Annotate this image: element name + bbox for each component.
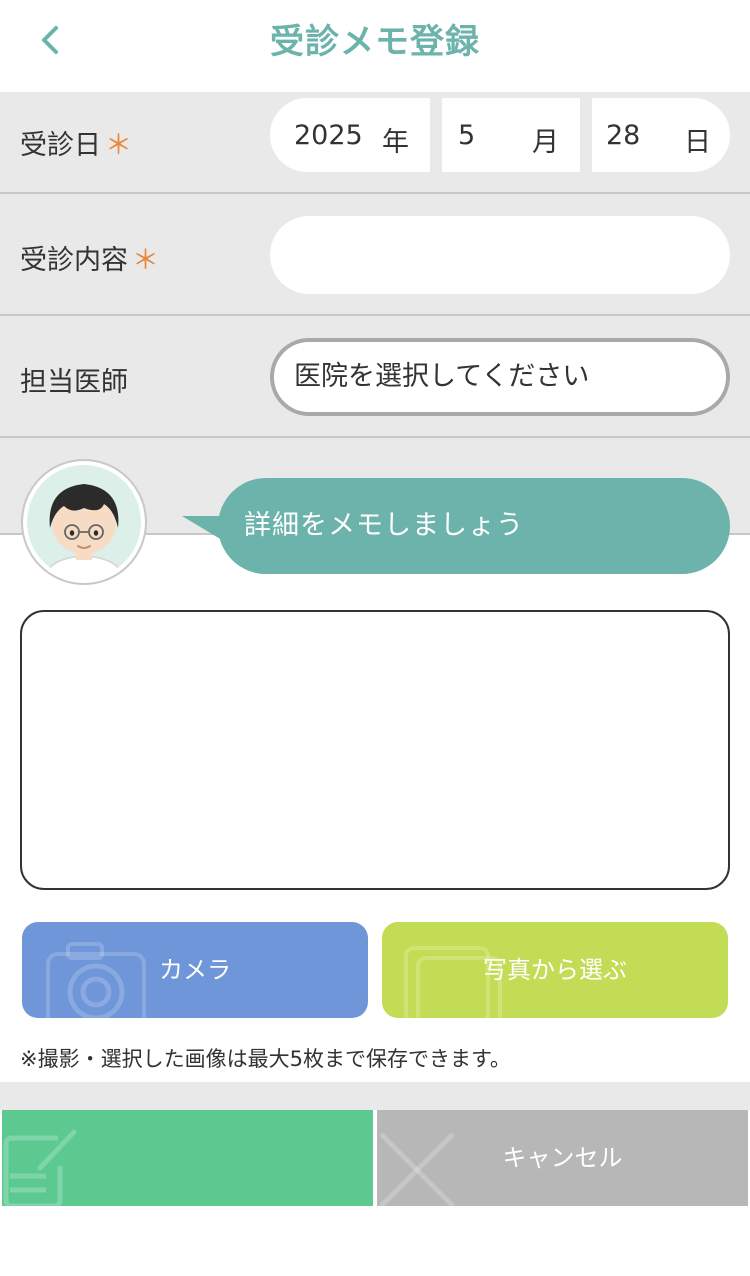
camera-button[interactable]: カメラ bbox=[22, 922, 368, 1018]
memo-textarea[interactable] bbox=[20, 610, 730, 890]
speech-bubble: 詳細をメモしましょう bbox=[218, 478, 730, 574]
day-value: 28 bbox=[606, 120, 641, 151]
visit-content-input[interactable] bbox=[270, 216, 730, 294]
edit-note-icon bbox=[3, 1129, 77, 1206]
required-mark: ＊ bbox=[105, 130, 132, 161]
bubble-tail bbox=[182, 516, 222, 540]
camera-button-label: カメラ bbox=[159, 956, 231, 984]
avatar bbox=[20, 458, 148, 586]
cancel-button[interactable]: キャンセル bbox=[377, 1110, 748, 1206]
doctor-select[interactable]: 医院を選択してください bbox=[270, 338, 730, 416]
doctor-row: 担当医師 医院を選択してください bbox=[0, 316, 750, 436]
doctor-label: 担当医師 bbox=[20, 367, 128, 398]
choose-photo-button[interactable]: 写真から選ぶ bbox=[382, 922, 728, 1018]
choose-photo-button-label: 写真から選ぶ bbox=[483, 956, 627, 984]
cancel-button-label: キャンセル bbox=[502, 1144, 623, 1172]
year-value: 2025 bbox=[294, 120, 363, 151]
doctor-avatar-icon bbox=[21, 459, 147, 585]
save-button[interactable] bbox=[2, 1110, 373, 1206]
month-field[interactable]: 5 月 bbox=[442, 98, 580, 172]
image-limit-note: ※撮影・選択した画像は最大5枚まで保存できます。 bbox=[20, 1047, 511, 1071]
month-value: 5 bbox=[458, 120, 476, 151]
visit-date-label: 受診日＊ bbox=[20, 130, 132, 161]
speech-area: 詳細をメモしましょう bbox=[0, 438, 750, 588]
year-field[interactable]: 2025 年 bbox=[270, 98, 430, 172]
header: 受診メモ登録 bbox=[0, 0, 750, 92]
visit-content-row: 受診内容＊ bbox=[0, 194, 750, 314]
required-mark: ＊ bbox=[132, 245, 159, 276]
visit-date-row: 受診日＊ 2025 年 5 月 28 日 bbox=[0, 92, 750, 192]
month-unit: 月 bbox=[532, 127, 559, 158]
day-unit: 日 bbox=[684, 127, 711, 158]
bottom-band bbox=[0, 1082, 750, 1110]
day-field[interactable]: 28 日 bbox=[592, 98, 730, 172]
year-unit: 年 bbox=[382, 127, 409, 158]
page-title: 受診メモ登録 bbox=[270, 22, 480, 62]
visit-content-label: 受診内容＊ bbox=[20, 245, 159, 276]
